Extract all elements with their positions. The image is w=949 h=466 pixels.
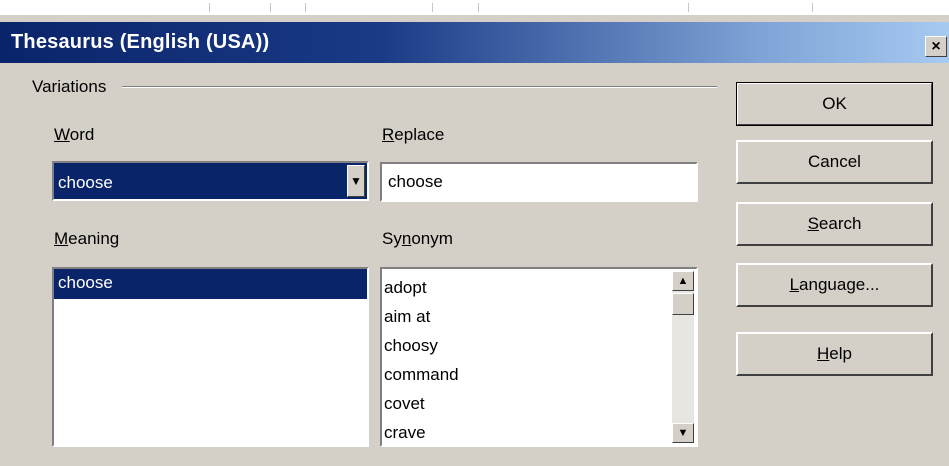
synonym-label: Synonym [382, 229, 453, 248]
word-dropdown-button[interactable]: ▼ [347, 165, 365, 197]
ok-button-label: OK [822, 94, 847, 113]
language-button-label: Language... [789, 275, 880, 294]
group-divider [122, 86, 717, 88]
synonym-item[interactable]: command [384, 360, 459, 389]
word-label: Word [54, 125, 95, 144]
replace-label: Replace [382, 125, 445, 144]
cancel-button-label: Cancel [808, 152, 861, 171]
scroll-thumb[interactable] [672, 293, 694, 315]
search-button[interactable]: Search [736, 202, 933, 246]
search-button-label: Search [807, 214, 862, 233]
scroll-up-button[interactable]: ▲ [672, 271, 694, 291]
variations-group-label: Variations [32, 77, 107, 96]
screen: Thesaurus (English (USA)) × Variations W… [0, 0, 949, 466]
replace-field[interactable] [380, 162, 698, 202]
word-combobox-value: choose [58, 173, 113, 192]
word-combobox[interactable]: choose ▼ [52, 161, 369, 201]
scroll-down-button[interactable]: ▼ [672, 423, 694, 443]
meaning-item-selected[interactable]: choose [54, 269, 367, 299]
thesaurus-dialog: Thesaurus (English (USA)) × Variations W… [0, 14, 949, 466]
help-button-label: Help [817, 344, 852, 363]
synonym-item[interactable]: choosy [384, 331, 459, 360]
language-button[interactable]: Language... [736, 263, 933, 307]
chevron-down-icon: ▼ [350, 174, 362, 188]
cancel-button[interactable]: Cancel [736, 140, 933, 184]
synonym-scrollbar[interactable]: ▲ ▼ [672, 271, 694, 443]
meaning-listbox[interactable]: choose [52, 267, 369, 447]
scroll-up-icon: ▲ [677, 275, 689, 287]
synonym-item[interactable]: covet [384, 389, 459, 418]
synonym-items: adopt aim at choosy command covet crave [384, 273, 459, 445]
close-icon: × [931, 37, 941, 55]
background-toolbar-strip [0, 0, 949, 14]
close-button[interactable]: × [925, 36, 947, 57]
synonym-listbox[interactable]: adopt aim at choosy command covet crave … [380, 267, 698, 447]
synonym-item[interactable]: adopt [384, 273, 459, 302]
meaning-label: Meaning [54, 229, 120, 248]
replace-input[interactable] [382, 164, 696, 200]
synonym-item[interactable]: crave [384, 418, 459, 445]
synonym-item[interactable]: aim at [384, 302, 459, 331]
help-button[interactable]: Help [736, 332, 933, 376]
title-bar[interactable]: Thesaurus (English (USA)) × [0, 22, 949, 63]
scroll-down-icon: ▼ [677, 427, 689, 439]
ok-button[interactable]: OK [736, 82, 933, 126]
dialog-title: Thesaurus (English (USA)) [11, 31, 270, 53]
